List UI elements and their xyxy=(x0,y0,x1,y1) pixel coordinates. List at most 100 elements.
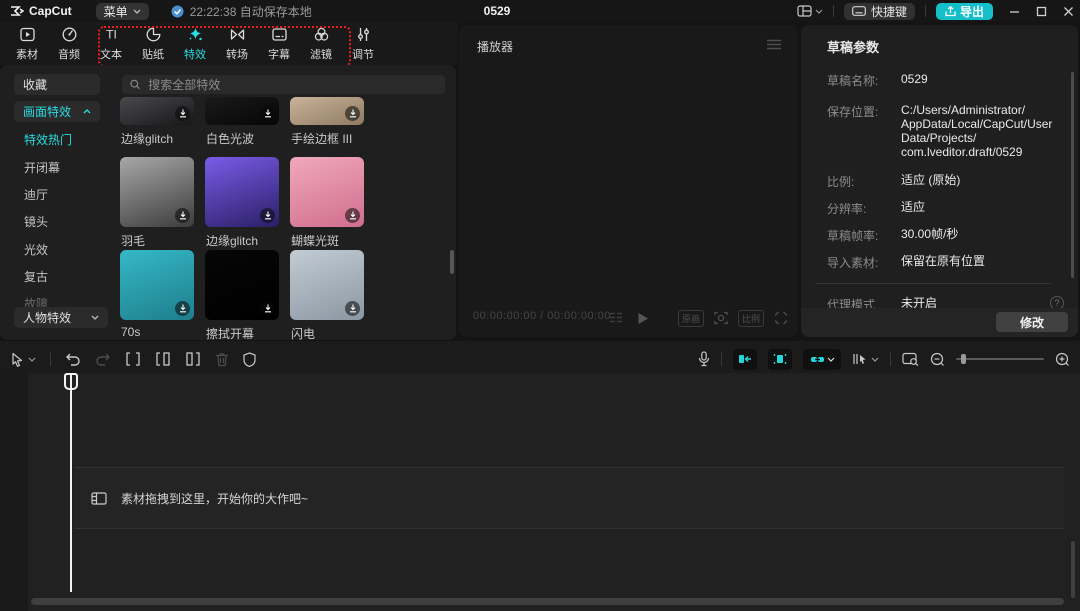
effect-card[interactable]: 擦拭开幕 xyxy=(205,250,279,341)
fullscreen-icon[interactable] xyxy=(774,311,788,325)
sidebar-group-screen-effects[interactable]: 画面特效 xyxy=(14,101,100,122)
maximize-button[interactable] xyxy=(1036,6,1047,17)
menu-button[interactable]: 菜单 xyxy=(95,2,149,20)
undo-button[interactable] xyxy=(65,352,81,366)
layout-switch-button[interactable] xyxy=(797,5,823,17)
download-icon[interactable] xyxy=(260,106,275,121)
split-keep-left-button[interactable] xyxy=(185,352,201,366)
sidebar-group-character-effects[interactable]: 人物特效 xyxy=(14,307,108,328)
download-icon[interactable] xyxy=(345,106,360,121)
effect-card[interactable]: 边缘glitch xyxy=(120,97,194,146)
player-panel: 播放器 00:00:00:00 / 00:00:00:00 原画 比例 xyxy=(459,25,798,337)
tab-label: 文本 xyxy=(100,48,122,61)
minimize-button[interactable] xyxy=(1009,6,1020,17)
preview-snap-toggle-button[interactable] xyxy=(768,348,792,370)
capcut-logo: CapCut xyxy=(10,4,72,18)
sidebar-item-favorites[interactable]: 收藏 xyxy=(14,74,100,95)
tab-audio[interactable]: 音频 xyxy=(48,26,90,62)
frame-list-icon[interactable] xyxy=(609,312,623,324)
effect-card[interactable]: 蝴蝶光斑 xyxy=(290,157,364,248)
tab-adjust[interactable]: 调节 xyxy=(342,26,384,62)
playhead-handle[interactable] xyxy=(64,373,78,390)
sidebar-item-light[interactable]: 光效 xyxy=(24,241,48,258)
effect-card[interactable]: 手绘边框 III xyxy=(290,97,364,146)
snap-toggle-button[interactable] xyxy=(733,348,757,370)
sidebar-item-retro[interactable]: 复古 xyxy=(24,268,48,285)
menu-label: 菜单 xyxy=(103,4,128,19)
download-icon[interactable] xyxy=(175,301,190,316)
param-row-resolution: 分辨率: 适应 xyxy=(827,200,1067,217)
split-button[interactable] xyxy=(125,352,141,366)
search-input[interactable] xyxy=(146,76,437,93)
timeline-horizontal-scrollbar[interactable] xyxy=(31,598,1064,605)
timeline-zoom-slider[interactable] xyxy=(956,353,1044,365)
download-icon[interactable] xyxy=(260,208,275,223)
player-menu-icon[interactable] xyxy=(766,39,782,50)
tab-stickers[interactable]: 贴纸 xyxy=(132,26,174,62)
zoom-out-icon[interactable] xyxy=(930,352,945,367)
download-icon[interactable] xyxy=(175,106,190,121)
tab-media[interactable]: 素材 xyxy=(6,26,48,62)
split-keep-right-button[interactable] xyxy=(155,352,171,366)
chevron-down-icon xyxy=(815,9,823,14)
select-tool-button[interactable] xyxy=(10,352,36,367)
tab-text[interactable]: TI 文本 xyxy=(90,26,132,62)
timeline-vertical-scrollbar[interactable] xyxy=(1071,541,1075,598)
modify-button[interactable]: 修改 xyxy=(996,312,1068,332)
effect-thumbnail xyxy=(290,250,364,320)
link-toggle-button[interactable] xyxy=(803,348,841,370)
param-row-import: 导入素材: 保留在原有位置 xyxy=(827,254,1067,271)
check-circle-icon xyxy=(171,5,184,17)
media-drop-zone[interactable]: 素材拖拽到这里，开始你的大作吧~ xyxy=(75,467,1064,529)
download-icon[interactable] xyxy=(175,208,190,223)
zoom-in-icon[interactable] xyxy=(1055,352,1070,367)
effects-browser-panel: 收藏 画面特效 特效热门 开闭幕 迪厅 镜头 光效 复古 故障 人物特效 搜索全… xyxy=(0,65,456,341)
search-bar[interactable] xyxy=(122,75,445,94)
effect-card[interactable]: 70s xyxy=(120,250,194,339)
effect-thumbnail xyxy=(120,97,194,125)
redo-button[interactable] xyxy=(95,352,111,366)
sticker-icon xyxy=(146,27,160,41)
fit-timeline-icon[interactable] xyxy=(902,352,919,366)
effect-card[interactable]: 羽毛 xyxy=(120,157,194,248)
delete-button[interactable] xyxy=(215,352,229,367)
tab-filters[interactable]: 滤镜 xyxy=(300,26,342,62)
record-voiceover-button[interactable] xyxy=(698,351,710,367)
cover-shield-icon[interactable] xyxy=(243,351,256,367)
param-label: 保存位置: xyxy=(827,105,879,119)
effects-scrollbar[interactable] xyxy=(450,250,454,274)
shortcut-button[interactable]: 快捷键 xyxy=(843,2,915,20)
ratio-button[interactable]: 比例 xyxy=(737,309,764,327)
titlebar: CapCut 菜单 22:22:38 自动保存本地 0529 快捷键 导出 xyxy=(0,0,1080,22)
sidebar-item-open-close[interactable]: 开闭幕 xyxy=(24,159,60,176)
effect-name: 蝴蝶光斑 xyxy=(291,234,340,248)
download-icon[interactable] xyxy=(260,301,275,316)
sidebar-item-disco[interactable]: 迪厅 xyxy=(24,186,48,203)
params-title: 草稿参数 xyxy=(827,40,880,55)
tab-effects[interactable]: 特效 xyxy=(174,26,216,62)
param-value: 适应 (原始) xyxy=(901,173,961,187)
download-icon[interactable] xyxy=(345,301,360,316)
close-button[interactable] xyxy=(1063,6,1074,17)
titlebar-divider xyxy=(924,5,926,17)
quality-button[interactable]: 原画 xyxy=(677,309,704,327)
sidebar-item-lens[interactable]: 镜头 xyxy=(24,213,48,230)
params-divider xyxy=(815,283,1051,284)
tab-transitions[interactable]: 转场 xyxy=(216,26,258,62)
sidebar-item-hot-effects[interactable]: 特效热门 xyxy=(24,131,72,148)
timeline-tracks[interactable]: 素材拖拽到这里，开始你的大作吧~ xyxy=(0,373,1080,611)
play-button[interactable] xyxy=(637,312,649,325)
shortcut-label: 快捷键 xyxy=(870,4,907,19)
preview-axis-button[interactable] xyxy=(852,352,879,366)
playhead-line[interactable] xyxy=(70,373,72,592)
effect-card[interactable]: 白色光波 xyxy=(205,97,279,146)
audio-icon xyxy=(62,27,76,41)
effect-card[interactable]: 边缘glitch xyxy=(205,157,279,248)
export-button[interactable]: 导出 xyxy=(935,2,993,20)
focus-zoom-icon[interactable] xyxy=(714,311,728,325)
download-icon[interactable] xyxy=(345,208,360,223)
tab-captions[interactable]: 字幕 xyxy=(258,26,300,62)
slider-knob[interactable] xyxy=(961,354,966,364)
effect-card[interactable]: 闪电 xyxy=(290,250,364,341)
params-scrollbar[interactable] xyxy=(1071,72,1074,278)
